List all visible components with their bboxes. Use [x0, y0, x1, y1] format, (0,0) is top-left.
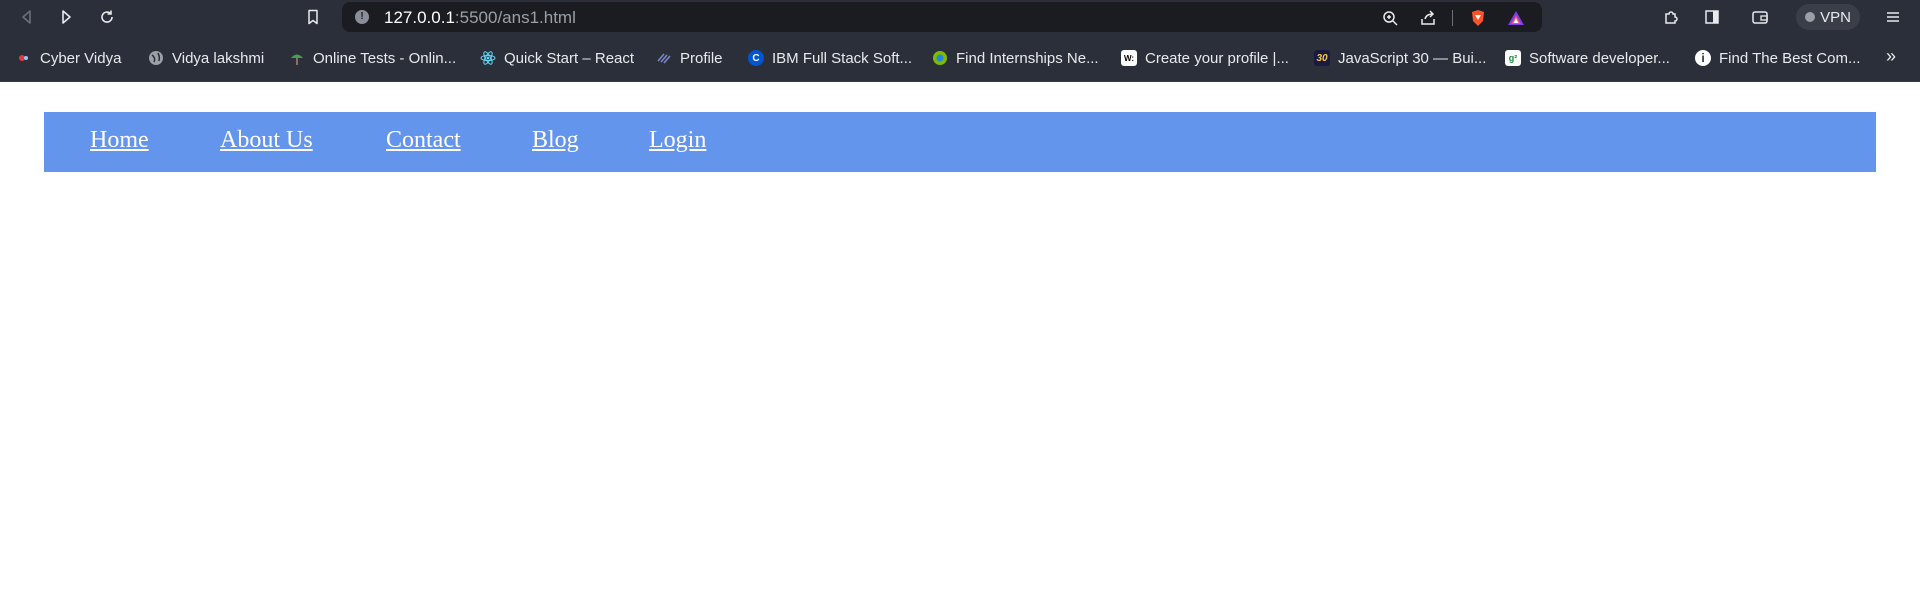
info-icon[interactable]: ! — [355, 10, 369, 24]
nav-link-about-us[interactable]: About Us — [220, 127, 313, 154]
bookmark-label: IBM Full Stack Soft... — [772, 49, 913, 67]
bookmark-item[interactable]: Find Internships Ne... — [932, 48, 1099, 68]
nav-link-blog[interactable]: Blog — [532, 127, 579, 154]
bookmark-item[interactable]: Cyber Vidya — [16, 48, 121, 68]
url-path: :5500/ans1.html — [454, 8, 576, 27]
bookmark-label: Profile — [680, 49, 723, 67]
bookmark-label: Quick Start – React — [504, 49, 635, 67]
url-divider — [1452, 10, 1453, 26]
nav-link-login[interactable]: Login — [649, 127, 706, 154]
globe-icon — [148, 50, 164, 66]
cyber-vidya-icon — [16, 50, 32, 66]
bookmark-item[interactable]: 30 JavaScript 30 — Bui... — [1314, 48, 1486, 68]
bookmark-label: Find The Best Com... — [1719, 49, 1861, 67]
tree-icon — [289, 50, 305, 66]
bookmark-label: Online Tests - Onlin... — [313, 49, 457, 67]
bookmark-item[interactable]: Vidya lakshmi — [148, 48, 264, 68]
nav-link-contact[interactable]: Contact — [386, 127, 461, 154]
site-nav: Home About Us Contact Blog Login — [44, 112, 1876, 172]
profile-icon — [656, 50, 672, 66]
menu-icon[interactable] — [1880, 4, 1906, 30]
share-icon[interactable] — [1418, 8, 1438, 28]
sidebar-icon[interactable] — [1699, 4, 1725, 30]
naukri-icon: g² — [1505, 50, 1521, 66]
bookmark-item[interactable]: C IBM Full Stack Soft... — [748, 48, 912, 68]
bookmark-item[interactable]: W: Create your profile |... — [1121, 48, 1289, 68]
vpn-status-icon — [1805, 12, 1816, 22]
bookmark-item[interactable]: i Find The Best Com... — [1695, 48, 1860, 68]
bookmark-item[interactable]: Profile — [656, 48, 723, 68]
zoom-icon[interactable] — [1380, 8, 1400, 28]
bookmark-item[interactable]: g² Software developer... — [1505, 48, 1670, 68]
bookmark-label: Vidya lakshmi — [172, 49, 265, 67]
info-circle-icon: i — [1695, 50, 1711, 66]
bookmarks-overflow-icon[interactable]: » — [1886, 46, 1896, 67]
url-text[interactable]: 127.0.0.1:5500/ans1.html — [384, 8, 576, 28]
internshala-icon — [932, 50, 948, 66]
bookmark-label: Find Internships Ne... — [956, 49, 1099, 67]
vpn-button[interactable]: VPN — [1796, 4, 1860, 30]
brave-rewards-icon[interactable] — [1506, 8, 1526, 28]
bookmark-icon[interactable] — [300, 4, 326, 30]
bookmarks-bar: Cyber Vidya Vidya lakshmi Online Tests -… — [0, 34, 1920, 82]
bookmark-item[interactable]: Online Tests - Onlin... — [289, 48, 456, 68]
address-bar[interactable]: ! 127.0.0.1:5500/ans1.html — [342, 2, 1542, 32]
vpn-label: VPN — [1820, 8, 1851, 26]
bookmark-label: Cyber Vidya — [40, 49, 122, 67]
nav-link-home[interactable]: Home — [90, 127, 149, 154]
bookmark-item[interactable]: Quick Start – React — [480, 48, 634, 68]
js30-icon: 30 — [1314, 50, 1330, 66]
extensions-icon[interactable] — [1658, 4, 1684, 30]
bookmark-label: Software developer... — [1529, 49, 1670, 67]
back-icon[interactable] — [14, 4, 40, 30]
wallet-icon[interactable] — [1747, 4, 1773, 30]
wellfound-icon: W: — [1121, 50, 1137, 66]
brave-shield-icon[interactable] — [1468, 8, 1488, 28]
url-host: 127.0.0.1 — [384, 8, 455, 27]
react-icon — [480, 50, 496, 66]
bookmark-label: Create your profile |... — [1145, 49, 1289, 67]
browser-toolbar: ! 127.0.0.1:5500/ans1.html VPN — [0, 0, 1920, 34]
coursera-icon: C — [748, 50, 764, 66]
reload-icon[interactable] — [94, 4, 120, 30]
bookmark-label: JavaScript 30 — Bui... — [1338, 49, 1487, 67]
forward-icon[interactable] — [53, 4, 79, 30]
